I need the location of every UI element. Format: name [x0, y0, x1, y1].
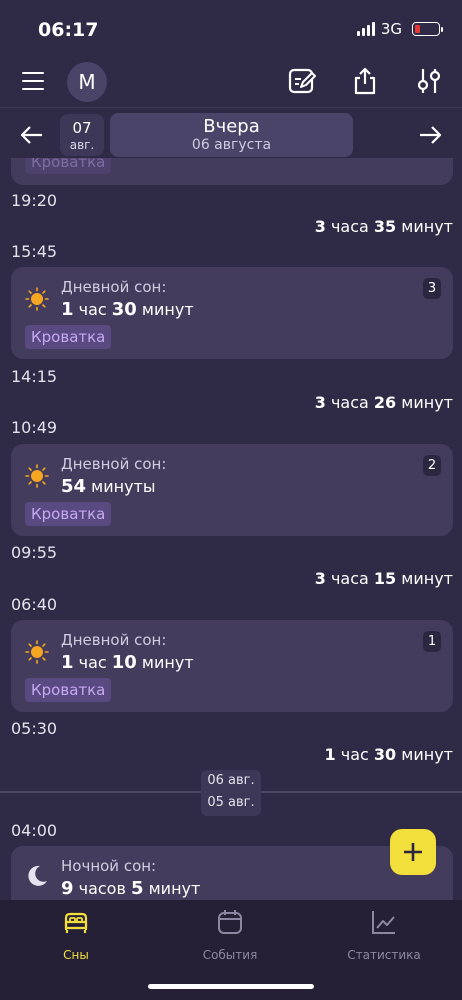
arrow-left-icon[interactable] — [18, 121, 46, 149]
time-label: 09:55 — [11, 543, 58, 562]
awake-duration: 1 час 30 минут — [324, 745, 453, 764]
sleep-type: Дневной сон: — [61, 631, 167, 649]
filter-icon[interactable] — [414, 66, 444, 96]
current-date-subtitle: 06 августа — [191, 137, 272, 153]
sleep-type: Дневной сон: — [61, 455, 167, 473]
time-label: 04:00 — [11, 821, 58, 840]
status-time: 06:17 — [38, 19, 99, 41]
current-date[interactable]: Вчера 06 августа — [110, 113, 353, 157]
place-tag: Кроватка — [25, 158, 112, 174]
awake-duration: 3 часа 15 минут — [314, 569, 453, 588]
bed-icon — [64, 912, 88, 933]
calendar-icon — [218, 910, 242, 934]
day-separator-upper: 06 авг. — [207, 773, 255, 788]
awake-duration: 3 часа 35 минут — [314, 217, 453, 236]
timeline: Кроватка 19:20 3 часа 35 минут 15:45 Дне… — [0, 158, 462, 900]
time-label: 19:20 — [11, 191, 58, 210]
awake-duration: 3 часа 26 минут — [314, 393, 453, 412]
sleep-type: Ночной сон: — [61, 857, 157, 875]
time-label: 14:15 — [11, 367, 58, 386]
time-label: 10:49 — [11, 418, 58, 437]
plus-icon — [404, 843, 422, 861]
sun-icon — [25, 640, 49, 664]
top-bar: M — [0, 60, 462, 104]
sleep-number-badge: 2 — [423, 455, 441, 476]
day-separator: 06 авг. 05 авг. — [201, 770, 261, 816]
sleep-type: Дневной сон: — [61, 278, 167, 296]
sleep-duration: 1 час 30 минут — [61, 299, 194, 320]
tab-statistics-label: Статистика — [347, 948, 421, 962]
header-divider — [0, 107, 462, 108]
tab-sleep-label: Сны — [63, 948, 89, 962]
status-indicators: 3G — [356, 20, 443, 38]
tab-statistics[interactable]: Статистика — [324, 908, 444, 962]
place-tag: Кроватка — [25, 678, 112, 702]
previous-day-number: 07 — [72, 119, 92, 137]
tab-sleep[interactable]: Сны — [16, 908, 136, 962]
previous-day-chip[interactable]: 07 авг. — [60, 114, 104, 156]
time-label: 15:45 — [11, 242, 58, 261]
moon-icon — [28, 865, 47, 886]
sleep-duration: 54 минуты — [61, 476, 156, 497]
sleep-card[interactable]: Дневной сон: 54 минуты Кроватка 2 — [11, 444, 453, 536]
sleep-card-partial[interactable]: Кроватка — [11, 158, 453, 185]
arrow-right-icon[interactable] — [416, 121, 444, 149]
battery-icon — [412, 22, 443, 36]
place-tag: Кроватка — [25, 502, 112, 526]
chart-icon — [372, 911, 395, 934]
tab-events-label: События — [202, 948, 258, 962]
signal-icon — [356, 22, 375, 36]
time-label: 05:30 — [11, 719, 58, 738]
sleep-card[interactable]: Дневной сон: 1 час 10 минут Кроватка 1 — [11, 620, 453, 712]
avatar[interactable]: M — [67, 62, 107, 102]
network-label: 3G — [380, 20, 402, 38]
menu-icon[interactable] — [22, 72, 44, 90]
add-button[interactable] — [390, 829, 436, 875]
sun-icon — [25, 287, 49, 311]
status-bar: 06:17 3G — [0, 0, 462, 56]
avatar-letter: M — [78, 70, 96, 94]
sun-icon — [25, 464, 49, 488]
day-separator-lower: 05 авг. — [207, 795, 255, 810]
share-icon[interactable] — [350, 66, 380, 96]
sleep-card[interactable]: Дневной сон: 1 час 30 минут Кроватка 3 — [11, 267, 453, 359]
sleep-number-badge: 3 — [423, 278, 441, 299]
tab-events[interactable]: События — [170, 908, 290, 962]
edit-icon[interactable] — [287, 66, 317, 96]
current-date-title: Вчера — [203, 116, 260, 137]
date-navigation: 07 авг. Вчера 06 августа — [0, 112, 462, 158]
sleep-card[interactable]: Ночной сон: 9 часов 5 минут — [11, 846, 453, 900]
previous-day-month: авг. — [69, 138, 95, 152]
sleep-number-badge: 1 — [423, 631, 441, 652]
time-label: 06:40 — [11, 595, 58, 614]
place-tag: Кроватка — [25, 325, 112, 349]
sleep-duration: 9 часов 5 минут — [61, 878, 201, 899]
home-indicator — [148, 984, 314, 989]
sleep-duration: 1 час 10 минут — [61, 652, 194, 673]
